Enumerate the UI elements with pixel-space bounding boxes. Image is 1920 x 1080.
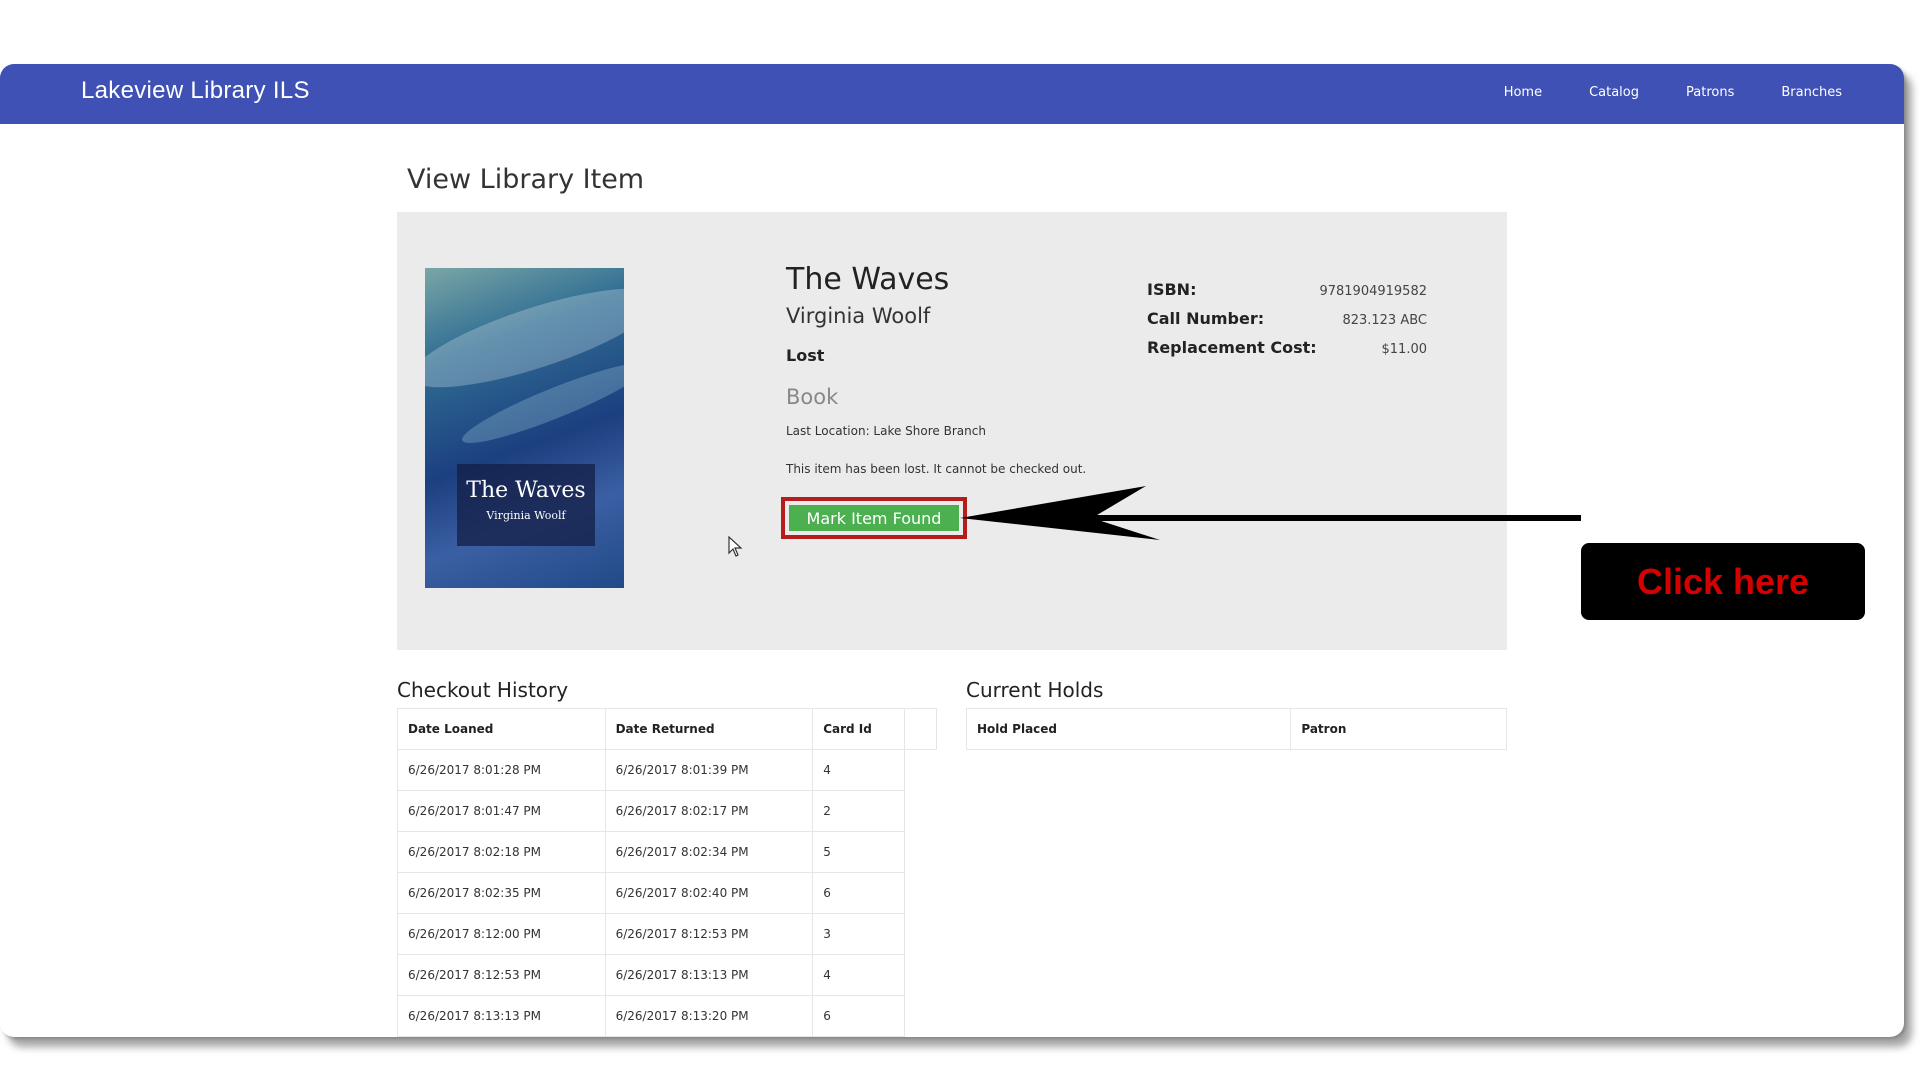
mouse-cursor-icon [728, 536, 743, 557]
callout-text: Click here [1636, 560, 1810, 602]
arrow-head [960, 486, 1160, 540]
browser-frame: Lakeview Library ILS Home Catalog Patron… [0, 64, 1904, 1037]
click-here-callout: Click here [1581, 543, 1865, 620]
